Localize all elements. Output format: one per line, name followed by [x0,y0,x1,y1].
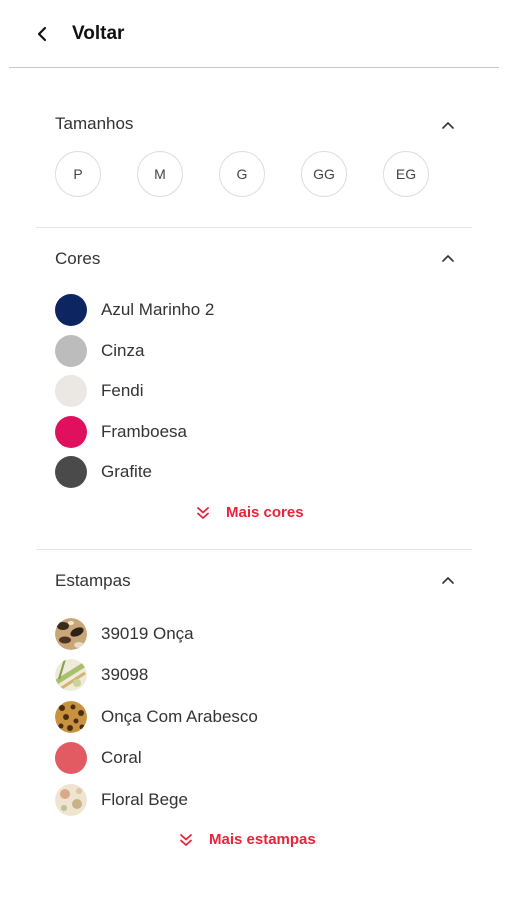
color-label: Fendi [101,381,144,401]
print-swatch-icon [55,783,87,816]
back-button[interactable]: Voltar [34,20,124,48]
color-label: Grafite [101,462,153,482]
print-option[interactable]: 39098 [55,655,258,697]
divider [36,549,472,550]
color-label: Azul Marinho 2 [101,300,215,320]
print-option[interactable]: 39019 Onça [55,613,258,655]
color-option[interactable]: Azul Marinho 2 [55,290,214,331]
more-colors-button[interactable]: Mais cores [196,504,304,521]
more-colors-label: Mais cores [226,504,304,521]
section-title-colors: Cores [55,249,101,268]
color-swatch [55,375,87,408]
more-prints-button[interactable]: Mais estampas [179,831,316,848]
print-label: Floral Bege [101,789,188,809]
color-list: Azul Marinho 2 Cinza Fendi Framboesa Gra… [55,290,214,493]
print-option[interactable]: Coral [55,738,258,780]
chevron-up-icon[interactable] [440,572,456,588]
print-swatch-icon [55,617,87,650]
chevron-up-icon[interactable] [440,117,456,133]
size-options: P M G GG EG [55,151,429,197]
color-option[interactable]: Framboesa [55,412,214,453]
color-option[interactable]: Grafite [55,452,214,493]
divider [9,67,499,68]
chevron-up-icon[interactable] [440,250,456,266]
size-option-gg[interactable]: GG [301,151,347,197]
print-label: 39098 [101,665,149,685]
sizes-section: Tamanhos P M G GG EG [36,110,472,230]
print-label: 39019 Onça [101,623,194,643]
color-option[interactable]: Fendi [55,371,214,412]
more-prints-label: Mais estampas [209,831,316,848]
print-list: 39019 Onça 39098 Onça Com Arabesco Coral… [55,613,258,821]
chevron-left-icon [37,26,47,42]
back-label: Voltar [72,23,125,44]
colors-section: Cores Azul Marinho 2 Cinza Fendi Framboe… [36,245,472,550]
color-swatch [55,294,87,327]
print-option[interactable]: Onça Com Arabesco [55,696,258,738]
double-chevron-down-icon [180,833,192,846]
section-title-prints: Estampas [55,571,131,590]
color-swatch [55,334,87,367]
print-swatch-icon [55,659,87,692]
print-swatch [55,742,87,775]
color-label: Framboesa [101,421,187,441]
color-label: Cinza [101,340,145,360]
double-chevron-down-icon [197,506,209,519]
top-bar: Voltar [0,0,506,68]
print-label: Coral [101,748,142,768]
size-option-g[interactable]: G [219,151,265,197]
section-title-sizes: Tamanhos [55,114,134,133]
divider [36,227,472,228]
size-option-p[interactable]: P [55,151,101,197]
print-option[interactable]: Floral Bege [55,779,258,821]
print-swatch-icon [55,700,87,733]
prints-section: Estampas 39019 Onça 39098 Onça Com Arabe… [36,567,472,867]
print-label: Onça Com Arabesco [101,706,258,726]
color-option[interactable]: Cinza [55,331,214,372]
color-swatch [55,415,87,448]
size-option-eg[interactable]: EG [383,151,429,197]
size-option-m[interactable]: M [137,151,183,197]
color-swatch [55,456,87,489]
